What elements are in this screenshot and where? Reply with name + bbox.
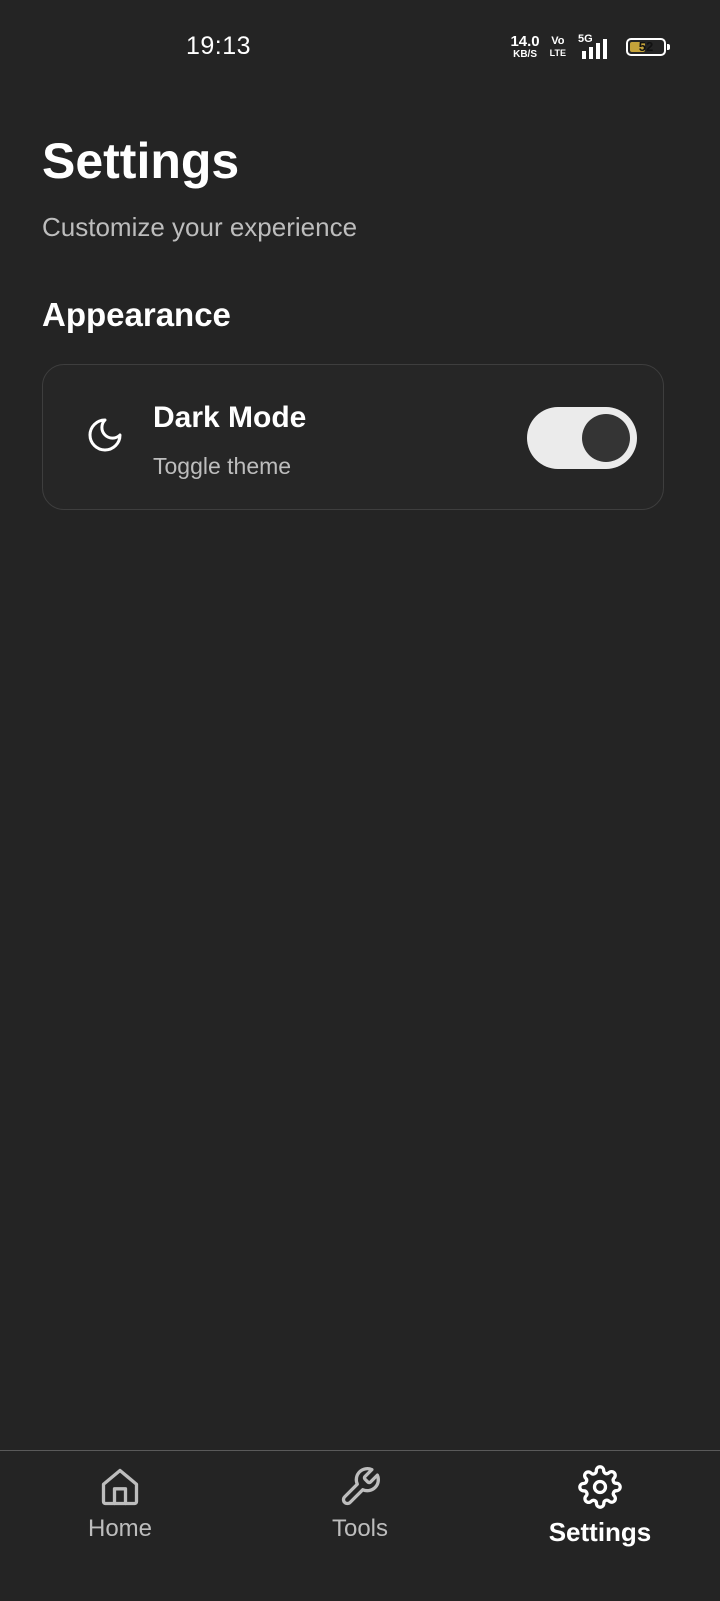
nav-item-tools[interactable]: Tools [240, 1451, 480, 1601]
page-subtitle: Customize your experience [42, 212, 358, 242]
section-title-appearance: Appearance [42, 296, 231, 333]
gear-icon [578, 1465, 622, 1509]
nav-label-tools: Tools [331, 1515, 389, 1542]
home-icon [101, 1468, 139, 1506]
nav-label-settings: Settings [548, 1517, 652, 1547]
setting-dark-mode: Dark Mode Toggle theme [42, 364, 664, 510]
setting-description: Toggle theme [153, 453, 292, 479]
status-bar: 19:13 14.0 KB/S Vo LTE 5G 52 [0, 0, 720, 96]
network-speed-value: 14.0 [510, 33, 540, 50]
moon-icon [88, 418, 122, 452]
wrench-icon [341, 1467, 380, 1506]
network-speed-unit: KB/S [513, 49, 537, 60]
status-icons: 14.0 KB/S Vo LTE 5G 52 [510, 32, 670, 62]
status-time: 19:13 [186, 32, 252, 60]
bottom-nav: Home Tools Settings [0, 1450, 720, 1600]
setting-label: Dark Mode [153, 401, 307, 434]
nav-item-home[interactable]: Home [0, 1451, 240, 1601]
battery-icon: 52 [626, 38, 670, 56]
signal-icon: 5G [576, 33, 612, 59]
battery-level: 52 [638, 39, 654, 54]
toggle-knob [582, 414, 630, 462]
volte-icon: Vo LTE [549, 35, 566, 58]
nav-item-settings[interactable]: Settings [480, 1451, 720, 1601]
page-title: Settings [42, 133, 240, 189]
network-speed: 14.0 KB/S [510, 34, 539, 60]
nav-label-home: Home [87, 1515, 153, 1542]
dark-mode-toggle[interactable] [527, 407, 637, 469]
